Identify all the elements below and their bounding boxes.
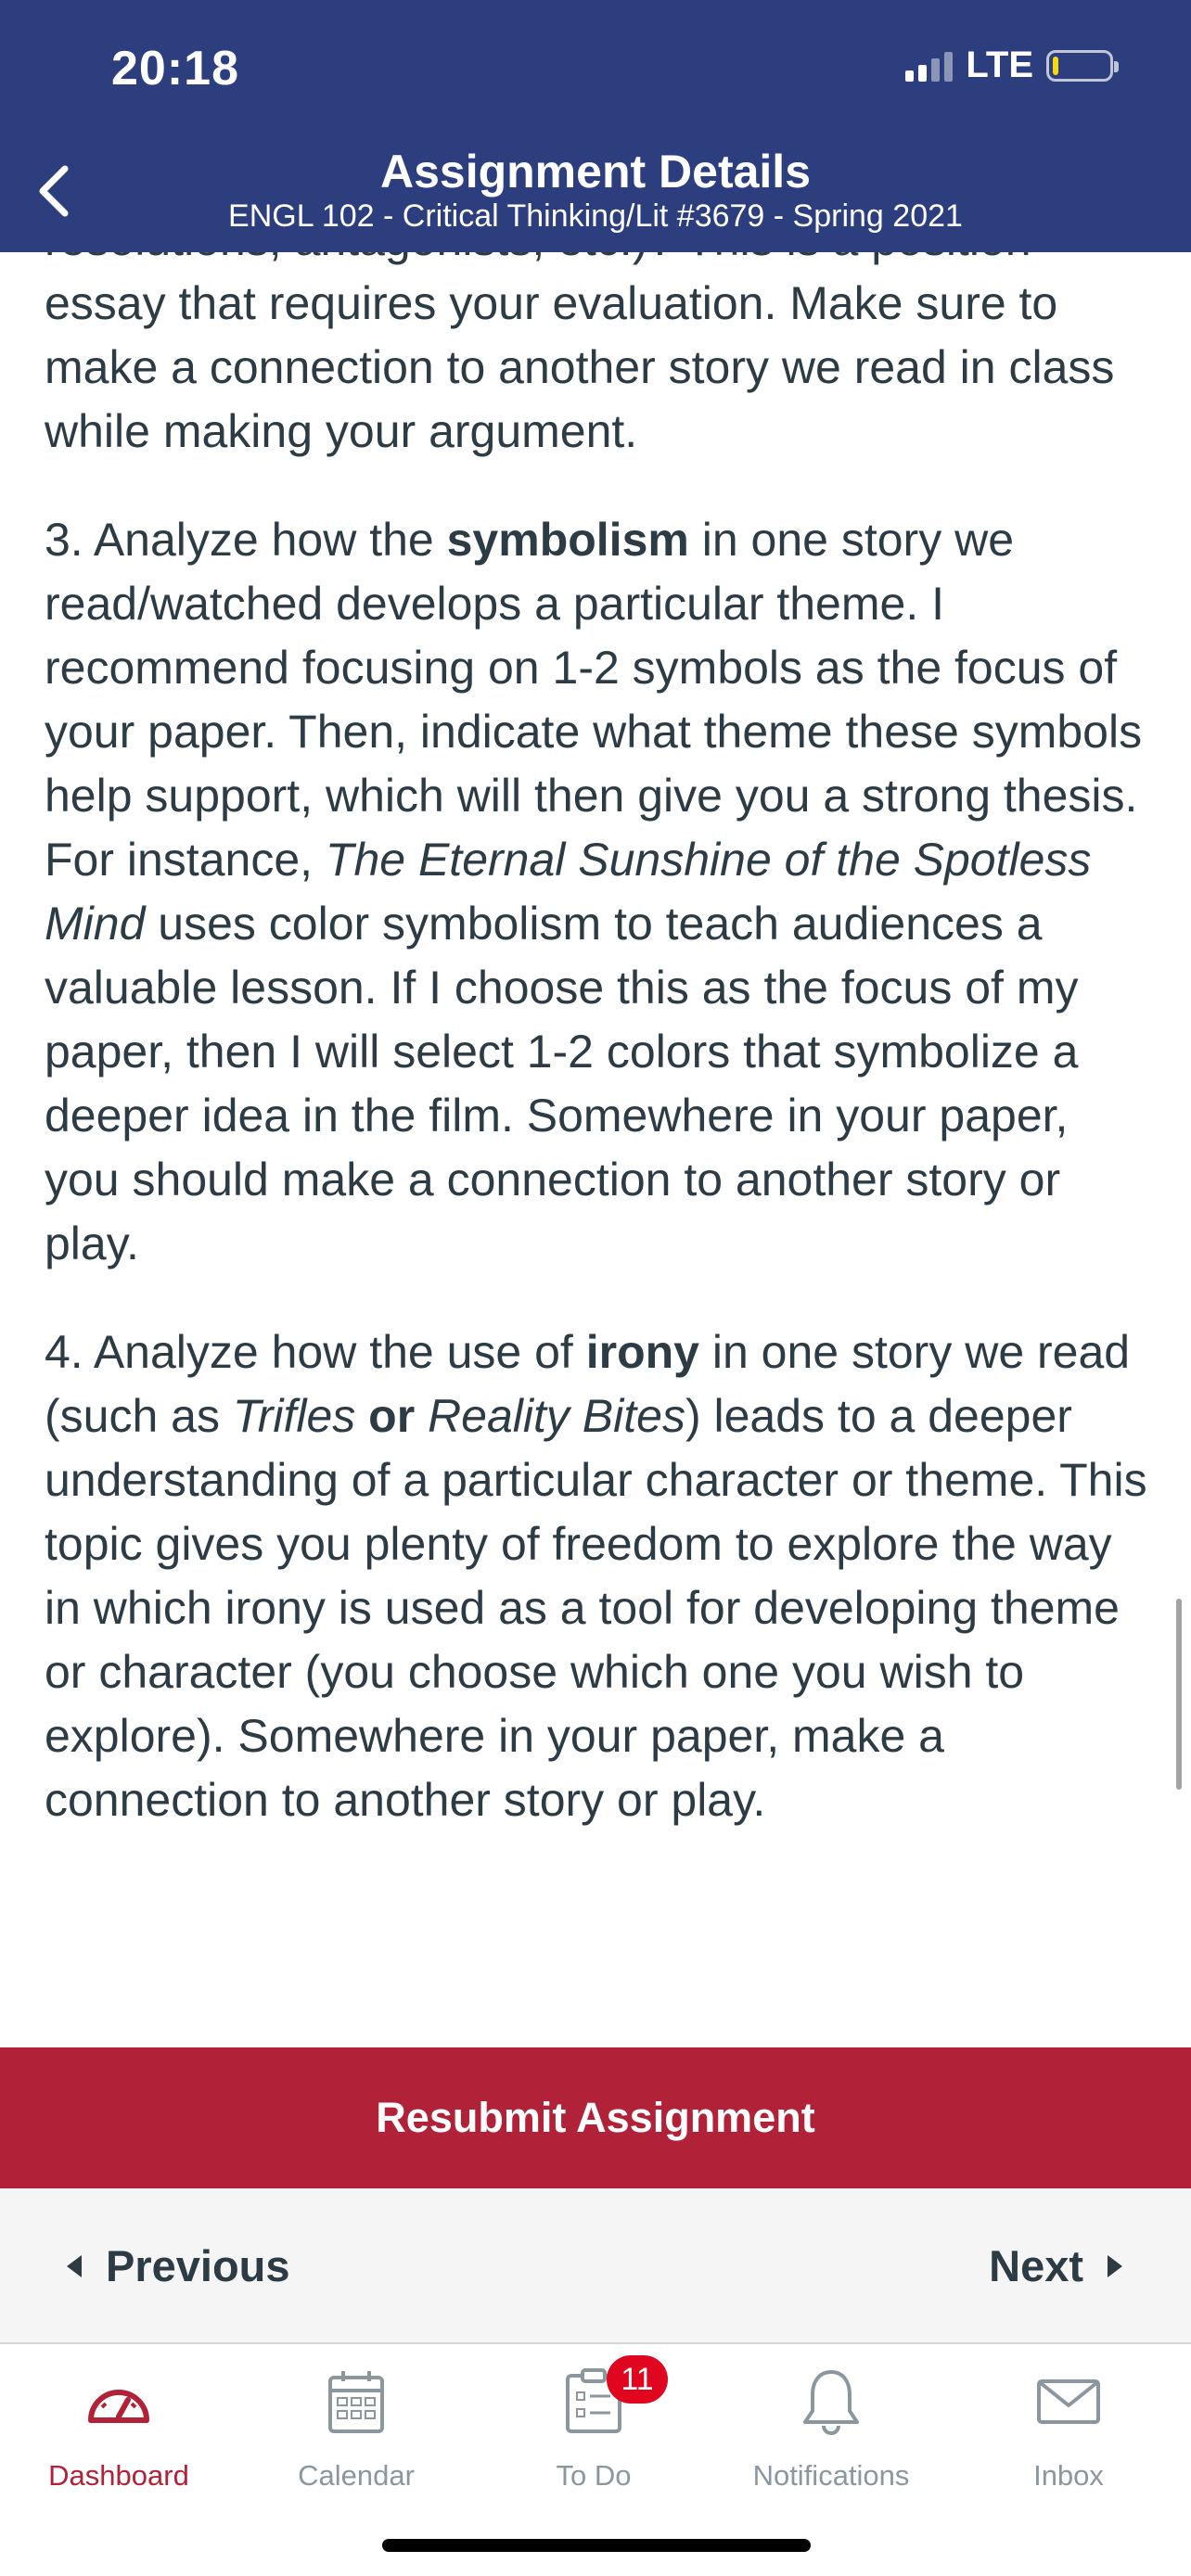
tab-notifications[interactable]: Notifications [712, 2365, 950, 2504]
emphasis-symbolism: symbolism [446, 514, 689, 566]
story-title: Trifles [232, 1390, 356, 1442]
battery-level [1053, 56, 1058, 75]
pagination-bar: Previous Next [0, 2188, 1191, 2344]
todo-icon: 11 [557, 2355, 668, 2439]
calendar-icon [319, 2365, 393, 2439]
film-title: Reality Bites [428, 1390, 685, 1442]
next-button[interactable]: Next [989, 2240, 1122, 2291]
tab-bar: Dashboard Calendar 11 To Do Notification… [0, 2344, 1191, 2576]
emphasis-irony: irony [585, 1326, 699, 1378]
caret-left-icon [67, 2254, 82, 2277]
tab-label: To Do [556, 2459, 632, 2492]
status-time: 20:18 [111, 42, 239, 96]
paragraph-3-text: uses color symbolism to teach audiences … [45, 898, 1079, 1269]
resubmit-assignment-button[interactable]: Resubmit Assignment [0, 2047, 1191, 2188]
paragraph-2: resolutions, antagonists, etc.)? This is… [45, 252, 1154, 464]
tab-inbox[interactable]: Inbox [950, 2365, 1187, 2504]
signal-icon [905, 50, 954, 82]
partial-line: resolutions, antagonists, etc.)? This is… [45, 252, 858, 265]
paragraph-3: 3. Analyze how the symbolism in one stor… [45, 508, 1154, 1276]
home-indicator[interactable] [382, 2539, 811, 2552]
paragraph-2-text: position essay that requires your evalua… [45, 252, 1115, 457]
paragraph-4: 4. Analyze how the use of irony in one s… [45, 1320, 1154, 1832]
app-header: 20:18 LTE Assignment Details ENGL 102 - … [0, 0, 1191, 252]
resubmit-label: Resubmit Assignment [376, 2094, 815, 2141]
tab-label: Dashboard [48, 2459, 189, 2492]
bell-icon [794, 2365, 868, 2439]
todo-count-badge: 11 [607, 2355, 668, 2404]
tab-todo[interactable]: 11 To Do [475, 2355, 712, 2504]
emphasis-or: or [368, 1390, 416, 1442]
network-label: LTE [966, 45, 1033, 85]
page-title: Assignment Details [379, 146, 811, 198]
battery-icon [1046, 49, 1119, 82]
course-subtitle: ENGL 102 - Critical Thinking/Lit #3679 -… [228, 198, 963, 234]
tab-label: Notifications [752, 2459, 910, 2492]
paragraph-3-text: 3. Analyze how the [45, 514, 447, 566]
tab-label: Calendar [298, 2459, 415, 2492]
dashboard-icon [82, 2365, 156, 2439]
tab-dashboard[interactable]: Dashboard [0, 2365, 237, 2504]
tab-label: Inbox [1033, 2459, 1104, 2492]
previous-label: Previous [106, 2241, 290, 2290]
scrollbar[interactable] [1176, 1599, 1182, 1790]
tab-calendar[interactable]: Calendar [237, 2365, 475, 2504]
next-label: Next [989, 2241, 1083, 2290]
status-indicators: LTE [905, 45, 1119, 86]
paragraph-4-text: 4. Analyze how the use of [45, 1326, 586, 1378]
paragraph-3-text: in one story we read/watched develops a … [45, 514, 1143, 886]
previous-button[interactable]: Previous [67, 2240, 290, 2291]
paragraph-4-text: ) leads to a deeper understanding of a p… [45, 1390, 1147, 1826]
caret-right-icon [1108, 2254, 1122, 2277]
mail-icon [1031, 2365, 1106, 2439]
assignment-description[interactable]: resolutions, antagonists, etc.)? This is… [0, 252, 1191, 2047]
